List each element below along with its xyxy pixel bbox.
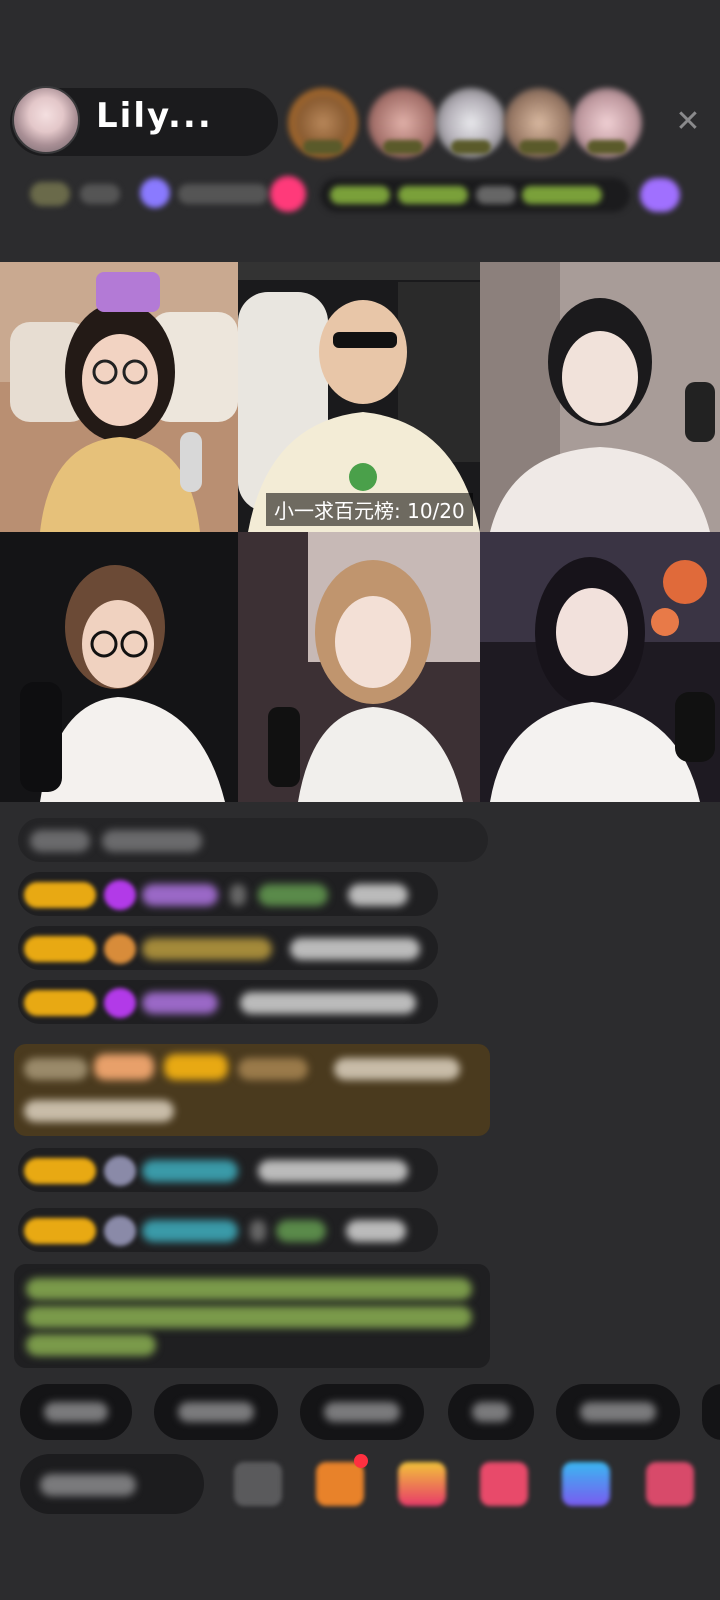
notification-dot: [354, 1454, 368, 1468]
video-tile-guest-5[interactable]: [238, 532, 480, 802]
fan-level-badge: [24, 936, 96, 962]
quick-reply-chip[interactable]: [154, 1384, 278, 1440]
chat-message[interactable]: [18, 926, 438, 970]
video-frame: [0, 262, 238, 532]
quick-reply-chip[interactable]: [20, 1384, 132, 1440]
user-level-icon: [104, 1216, 136, 1246]
chat-message[interactable]: [18, 872, 438, 916]
video-frame: [0, 532, 238, 802]
video-tile-guest-6[interactable]: [480, 532, 720, 802]
rank-progress-label: 小一求百元榜: 10/20: [266, 493, 473, 526]
close-icon[interactable]: ✕: [670, 104, 706, 140]
top-viewer-badge: [519, 140, 559, 154]
system-notice: [14, 1264, 490, 1368]
chat-message[interactable]: [18, 1148, 438, 1192]
chat-input-button[interactable]: [20, 1454, 204, 1514]
fan-club-icon[interactable]: [316, 1462, 364, 1506]
top-viewer-badge: [303, 140, 343, 154]
video-frame: [238, 532, 480, 802]
user-level-icon: [104, 934, 136, 964]
video-tile-guest-1[interactable]: [0, 262, 238, 532]
multi-guest-video-grid: 小一求百元榜: 10/20: [0, 262, 720, 802]
video-tile-guest-4[interactable]: [0, 532, 238, 802]
chat-system-line: [18, 818, 488, 862]
top-viewer-badge: [383, 140, 423, 154]
quick-reply-chip[interactable]: [556, 1384, 680, 1440]
user-level-icon: [104, 988, 136, 1018]
host-avatar[interactable]: [12, 86, 80, 154]
chat-highlight-message[interactable]: [14, 1044, 490, 1136]
fan-level-badge: [24, 1218, 96, 1244]
video-tile-guest-2[interactable]: 小一求百元榜: 10/20: [238, 262, 480, 532]
top-viewer-badge: [451, 140, 491, 154]
emoji-icon[interactable]: [234, 1462, 282, 1506]
host-name[interactable]: Lily...: [96, 96, 213, 136]
video-tile-guest-3[interactable]: [480, 262, 720, 532]
game-icon[interactable]: [562, 1462, 610, 1506]
room-info-row[interactable]: [20, 172, 700, 218]
more-icon[interactable]: [646, 1462, 694, 1506]
chat-message[interactable]: [18, 1208, 438, 1252]
gift-box-icon[interactable]: [398, 1462, 446, 1506]
quick-reply-chip[interactable]: [448, 1384, 534, 1440]
video-frame: [238, 262, 480, 532]
video-frame: [480, 532, 720, 802]
fan-level-badge: [24, 1158, 96, 1184]
chat-message[interactable]: [18, 980, 438, 1024]
top-viewer-badge: [587, 140, 627, 154]
user-level-icon: [104, 1156, 136, 1186]
quick-reply-chip[interactable]: [702, 1384, 720, 1440]
gift-icon[interactable]: [480, 1462, 528, 1506]
quick-reply-chip[interactable]: [300, 1384, 424, 1440]
fan-level-badge: [24, 990, 96, 1016]
video-frame: [480, 262, 720, 532]
fan-level-badge: [24, 882, 96, 908]
user-level-icon: [104, 880, 136, 910]
